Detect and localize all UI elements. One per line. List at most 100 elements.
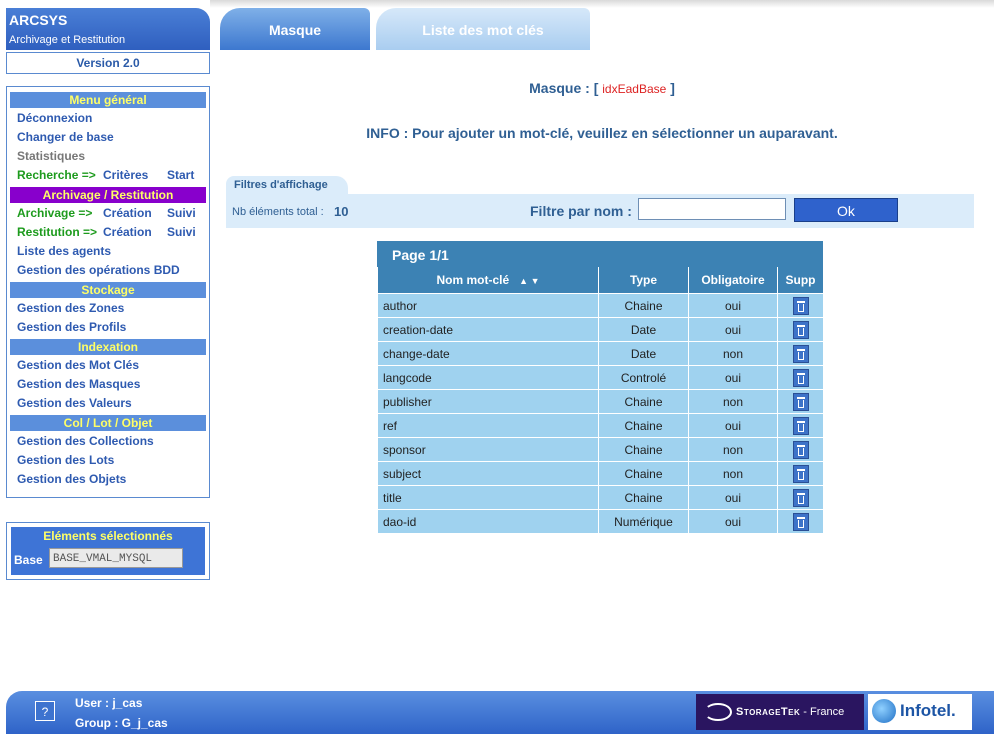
selected-elements-panel: Eléments sélectionnés Base BASE_VMAL_MYS… [6, 522, 210, 580]
table-row: publisher Chaine non [377, 389, 824, 414]
infotel-logo-text: Infotel. [900, 701, 956, 720]
cell-name[interactable]: title [377, 485, 599, 510]
menu-item-archivage-suivi[interactable]: Suivi [167, 206, 196, 220]
trash-icon[interactable] [792, 464, 809, 483]
globe-icon [872, 699, 896, 723]
storagetek-logo-text: StorageTek [736, 706, 801, 718]
menu-item-restitution[interactable]: Restitution => [17, 225, 97, 239]
cell-type: Date [598, 341, 689, 366]
menu-item-restitution-suivi[interactable]: Suivi [167, 225, 196, 239]
menu-item-deconnexion[interactable]: Déconnexion [17, 111, 92, 125]
user-label: User : j_cas [75, 696, 143, 710]
menu-item-liste-agents[interactable]: Liste des agents [17, 244, 111, 258]
menu-item-gestion-operations[interactable]: Gestion des opérations BDD [17, 263, 180, 277]
menu-header-archivage: Archivage / Restitution [10, 187, 206, 203]
cell-obligatoire: oui [688, 293, 778, 318]
table-row: langcode Controlé oui [377, 365, 824, 390]
cell-name[interactable]: subject [377, 461, 599, 486]
tab-liste-mot-cles[interactable]: Liste des mot clés [376, 8, 590, 50]
masque-prefix: Masque : [ [529, 80, 599, 96]
table-row: title Chaine oui [377, 485, 824, 510]
trash-icon[interactable] [792, 344, 809, 363]
filter-name-input[interactable] [638, 198, 786, 220]
trash-icon[interactable] [792, 296, 809, 315]
cell-type: Chaine [598, 437, 689, 462]
keywords-table: Nom mot-clé ▲ ▼ Type Obligatoire Supp aut… [377, 267, 824, 534]
trash-icon[interactable] [792, 392, 809, 411]
menu-item-restitution-creation[interactable]: Création [103, 225, 152, 239]
cell-supp [777, 437, 824, 462]
trash-icon[interactable] [792, 368, 809, 387]
menu-item-gestion-zones[interactable]: Gestion des Zones [17, 301, 124, 315]
menu-row-archivage: Archivage => Création Suivi [17, 206, 203, 220]
cell-obligatoire: oui [688, 509, 778, 534]
cell-type: Chaine [598, 293, 689, 318]
page-indicator: Page 1/1 [377, 241, 823, 267]
cell-name[interactable]: creation-date [377, 317, 599, 342]
selected-elements-inner: Eléments sélectionnés Base BASE_VMAL_MYS… [11, 527, 205, 575]
cell-type: Chaine [598, 485, 689, 510]
cell-type: Date [598, 317, 689, 342]
cell-supp [777, 293, 824, 318]
selected-elements-title: Eléments sélectionnés [43, 529, 173, 543]
menu-row-restitution: Restitution => Création Suivi [17, 225, 203, 239]
menu-item-statistiques[interactable]: Statistiques [17, 149, 85, 163]
col-header-name[interactable]: Nom mot-clé ▲ ▼ [377, 267, 599, 294]
menu-item-gestion-profils[interactable]: Gestion des Profils [17, 320, 126, 334]
app-version: Version 2.0 [6, 52, 210, 74]
help-button[interactable]: ? [35, 701, 55, 721]
cell-supp [777, 509, 824, 534]
cell-obligatoire: oui [688, 413, 778, 438]
table-row: sponsor Chaine non [377, 437, 824, 462]
col-header-name-label: Nom mot-clé [436, 273, 510, 287]
cell-name[interactable]: dao-id [377, 509, 599, 534]
cell-obligatoire: non [688, 437, 778, 462]
cell-name[interactable]: ref [377, 413, 599, 438]
trash-icon[interactable] [792, 512, 809, 531]
masque-suffix: ] [670, 80, 675, 96]
cell-type: Chaine [598, 413, 689, 438]
cell-type: Numérique [598, 509, 689, 534]
ok-button[interactable]: Ok [794, 198, 898, 222]
tab-masque[interactable]: Masque [220, 8, 370, 50]
menu-item-gestion-objets[interactable]: Gestion des Objets [17, 472, 126, 486]
cell-name[interactable]: sponsor [377, 437, 599, 462]
menu-item-gestion-lots[interactable]: Gestion des Lots [17, 453, 114, 467]
masque-value: idxEadBase [602, 82, 667, 96]
trash-icon[interactable] [792, 488, 809, 507]
col-header-supp: Supp [777, 267, 824, 294]
cell-name[interactable]: author [377, 293, 599, 318]
menu-item-changer-base[interactable]: Changer de base [17, 130, 114, 144]
menu-item-gestion-collections[interactable]: Gestion des Collections [17, 434, 154, 448]
table-row: creation-date Date oui [377, 317, 824, 342]
trash-icon[interactable] [792, 416, 809, 435]
trash-icon[interactable] [792, 440, 809, 459]
cell-name[interactable]: publisher [377, 389, 599, 414]
menu-item-start[interactable]: Start [167, 168, 194, 182]
cell-obligatoire: oui [688, 485, 778, 510]
tab-liste-mot-cles-label: Liste des mot clés [422, 22, 544, 38]
menu-item-gestion-valeurs[interactable]: Gestion des Valeurs [17, 396, 132, 410]
cell-supp [777, 317, 824, 342]
top-fade [210, 0, 994, 8]
trash-icon[interactable] [792, 320, 809, 339]
cell-name[interactable]: langcode [377, 365, 599, 390]
app-name: ARCSYS [9, 12, 68, 28]
menu-item-criteres[interactable]: Critères [103, 168, 148, 182]
total-count-value: 10 [334, 204, 349, 219]
table-row: change-date Date non [377, 341, 824, 366]
base-label: Base [14, 553, 43, 567]
storagetek-logo-suffix: - France [800, 706, 845, 718]
cell-name[interactable]: change-date [377, 341, 599, 366]
menu-item-archivage[interactable]: Archivage => [17, 206, 92, 220]
menu-item-gestion-masques[interactable]: Gestion des Masques [17, 377, 140, 391]
cell-type: Chaine [598, 461, 689, 486]
menu-item-recherche[interactable]: Recherche => [17, 168, 96, 182]
cell-type: Controlé [598, 365, 689, 390]
sort-arrows-icon[interactable]: ▲ ▼ [519, 276, 539, 286]
menu-item-archivage-creation[interactable]: Création [103, 206, 152, 220]
menu-item-gestion-mot-cles[interactable]: Gestion des Mot Clés [17, 358, 139, 372]
cell-obligatoire: non [688, 341, 778, 366]
cell-obligatoire: oui [688, 317, 778, 342]
table-row: dao-id Numérique oui [377, 509, 824, 534]
